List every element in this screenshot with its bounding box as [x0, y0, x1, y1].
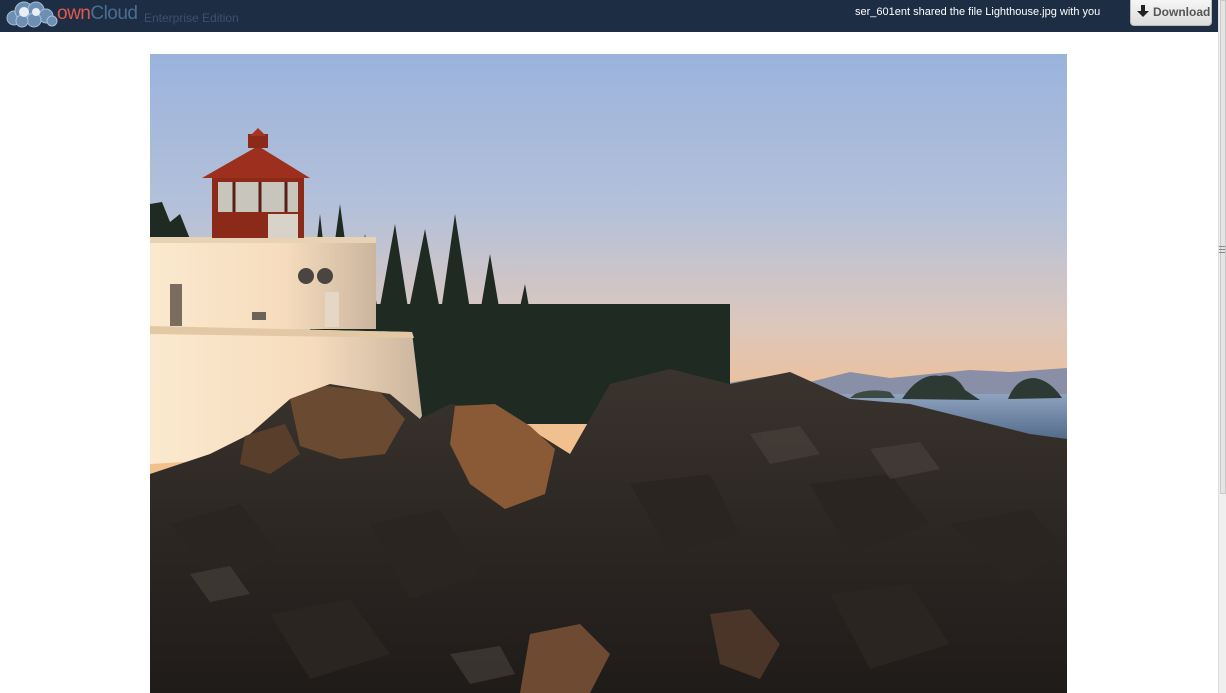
image-preview — [150, 54, 1067, 693]
download-arrow-icon — [1137, 5, 1149, 17]
brand-own: own — [57, 3, 91, 24]
top-header: ownCloud Enterprise Edition ser_601ent s… — [0, 0, 1218, 32]
share-message: ser_601ent shared the file Lighthouse.jp… — [855, 6, 1101, 18]
scrollbar-grip-icon — [1219, 246, 1225, 253]
edition-label: Enterprise Edition — [144, 11, 239, 25]
download-button[interactable]: Download — [1130, 0, 1212, 26]
owncloud-cloud-icon[interactable] — [4, 0, 60, 28]
lighthouse-photo — [150, 54, 1067, 693]
vertical-scrollbar[interactable] — [1218, 0, 1226, 693]
brand-logo[interactable]: ownCloud — [57, 3, 138, 25]
brand-cloud: Cloud — [90, 3, 138, 24]
download-label: Download — [1153, 5, 1211, 19]
